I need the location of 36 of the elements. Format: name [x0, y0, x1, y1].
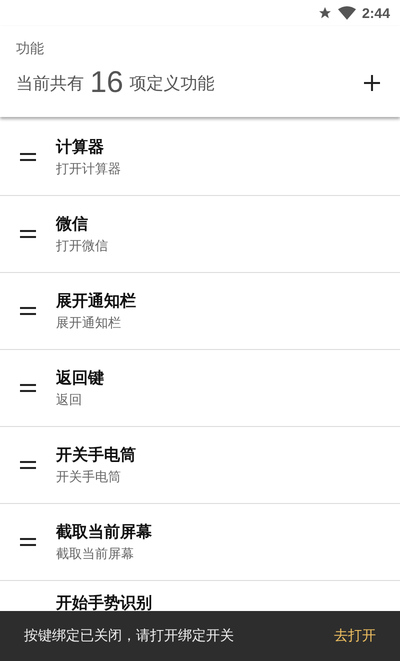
function-row[interactable]: 开关手电筒 开关手电筒: [0, 427, 400, 504]
drag-handle-icon[interactable]: [20, 230, 36, 238]
function-description: 返回: [56, 392, 83, 408]
drag-handle-icon[interactable]: [20, 153, 36, 161]
function-title: 开始手势识别: [56, 593, 152, 614]
function-description: 打开计算器: [56, 160, 121, 178]
function-count: 16: [90, 66, 124, 100]
function-title: 展开通知栏: [56, 290, 136, 312]
function-description: 展开通知栏: [56, 314, 122, 332]
function-title: 计算器: [56, 136, 105, 158]
count-label: 项定义功能: [129, 72, 214, 94]
function-description: 打开微信: [56, 238, 108, 254]
function-description: 开关手电筒: [56, 468, 122, 486]
drag-handle-icon[interactable]: [20, 538, 36, 546]
clock-time: 2:44: [362, 5, 390, 21]
function-row[interactable]: 微信 打开微信: [0, 196, 400, 273]
function-row[interactable]: 计算器 打开计算器: [0, 119, 400, 196]
function-title: 返回键: [56, 368, 104, 388]
function-description: 截取当前屏幕: [56, 546, 135, 562]
function-title: 开关手电筒: [56, 444, 136, 466]
section-title: 功能: [16, 40, 45, 58]
count-label: 当前共有: [16, 72, 84, 94]
open-link[interactable]: 去打开: [334, 627, 376, 645]
add-icon[interactable]: [364, 75, 380, 91]
drag-handle-icon[interactable]: [20, 461, 36, 469]
wifi-icon: [338, 6, 356, 20]
function-row[interactable]: 截取当前屏幕 截取当前屏幕: [0, 504, 400, 581]
drag-handle-icon[interactable]: [20, 384, 36, 392]
drag-handle-icon[interactable]: [20, 307, 36, 315]
function-row[interactable]: 展开通知栏 展开通知栏: [0, 273, 400, 350]
snackbar-message: 按键绑定已关闭，请打开绑定开关: [24, 627, 235, 645]
function-title: 截取当前屏幕: [56, 522, 152, 542]
star-icon: [318, 6, 332, 20]
function-row[interactable]: 返回键 返回: [0, 350, 400, 427]
function-row[interactable]: 开始手势识别: [0, 581, 400, 618]
function-title: 微信: [56, 214, 89, 234]
